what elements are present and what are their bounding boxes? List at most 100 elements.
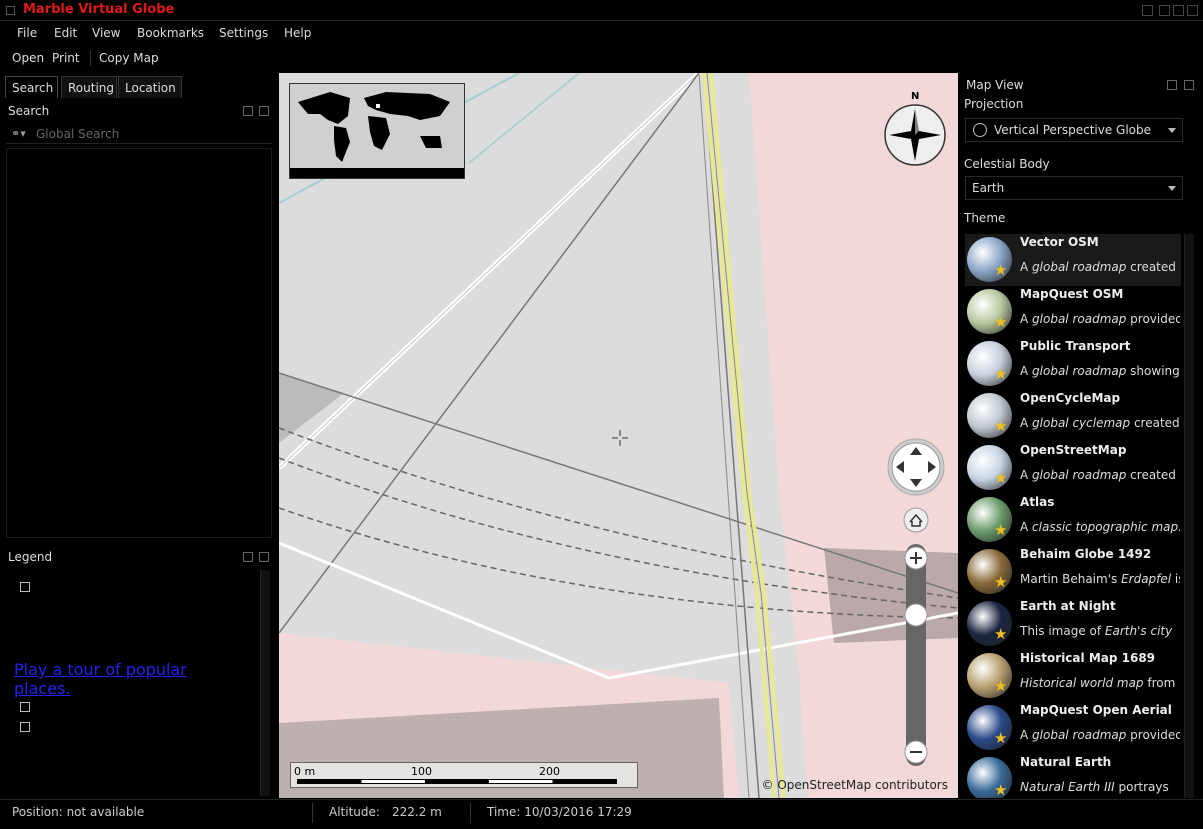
star-icon[interactable]: ★ <box>994 781 1007 798</box>
theme-item[interactable]: ★ Behaim Globe 1492 Martin Behaim's Erdapf… <box>965 546 1181 598</box>
star-icon[interactable]: ★ <box>994 417 1007 435</box>
status-separator <box>312 803 313 823</box>
theme-description-prefix: A <box>1020 364 1033 378</box>
tab-location[interactable]: Location <box>118 76 182 98</box>
theme-description-suffix: showing <box>1126 364 1180 378</box>
star-icon[interactable]: ★ <box>994 677 1007 695</box>
theme-description-emphasis: global roadmap <box>1032 364 1127 378</box>
theme-item[interactable]: ★ Public Transport A global roadmap showin… <box>965 338 1181 390</box>
theme-description-prefix: This image of <box>1020 624 1105 638</box>
close-window-button[interactable] <box>1187 5 1198 16</box>
projection-select[interactable]: Vertical Perspective Globe <box>965 118 1183 142</box>
theme-description: Natural Earth III portrays <box>1020 780 1180 794</box>
legend-checkbox[interactable] <box>20 702 30 712</box>
map-canvas[interactable]: N 0 m 100 200 © OpenStreetMap contributo… <box>279 73 958 798</box>
theme-item[interactable]: ★ Natural Earth Natural Earth III portrays <box>965 754 1181 798</box>
window-menu-icon[interactable] <box>6 6 15 15</box>
theme-description-suffix: created <box>1130 416 1180 430</box>
minimize-button[interactable] <box>1142 5 1153 16</box>
chevron-down-icon <box>1168 186 1176 191</box>
theme-name: OpenCycleMap <box>1020 391 1121 405</box>
tab-search[interactable]: Search <box>5 76 58 98</box>
theme-list[interactable]: ★ Vector OSM A global roadmap created ★ MapQ… <box>965 234 1181 798</box>
tour-link[interactable]: Play a tour of popular places. <box>14 660 214 698</box>
search-placeholder: Global Search <box>36 127 120 141</box>
theme-description: A global roadmap created <box>1020 468 1180 482</box>
status-bar: Position: not available Altitude: 222.2 … <box>0 799 1203 829</box>
menu-file[interactable]: File <box>17 26 37 40</box>
theme-description-prefix: A <box>1020 468 1033 482</box>
star-icon[interactable]: ★ <box>994 365 1007 383</box>
theme-description-emphasis: Natural Earth III <box>1020 780 1115 794</box>
theme-item[interactable]: ★ MapQuest Open Aerial A global roadmap pr… <box>965 702 1181 754</box>
search-close-button[interactable] <box>259 106 269 116</box>
print-button[interactable]: Print <box>52 51 80 65</box>
legend-checkbox[interactable] <box>20 722 30 732</box>
restore-button[interactable] <box>1173 5 1184 16</box>
search-results[interactable] <box>6 148 272 538</box>
theme-description: A global roadmap showing <box>1020 364 1180 378</box>
theme-description-prefix: A <box>1020 520 1033 534</box>
theme-description: A global cyclemap created <box>1020 416 1180 430</box>
theme-item[interactable]: ★ MapQuest OSM A global roadmap provided <box>965 286 1181 338</box>
star-icon[interactable]: ★ <box>994 313 1007 331</box>
theme-item[interactable]: ★ OpenStreetMap A global roadmap created <box>965 442 1181 494</box>
menu-help[interactable]: Help <box>284 26 311 40</box>
menu-settings[interactable]: Settings <box>219 26 268 40</box>
star-icon[interactable]: ★ <box>994 573 1007 591</box>
legend-pane: Play a tour of popular places. <box>6 570 272 796</box>
search-float-button[interactable] <box>243 106 253 116</box>
star-icon[interactable]: ★ <box>994 521 1007 539</box>
map-attribution[interactable]: © OpenStreetMap contributors <box>762 778 948 792</box>
theme-name: Natural Earth <box>1020 755 1112 769</box>
copy-map-button[interactable]: Copy Map <box>99 51 159 65</box>
binoculars-icon[interactable]: ⚭▾ <box>11 127 26 140</box>
menu-bar: File Edit View Bookmarks Settings Help <box>0 22 1203 44</box>
theme-name: OpenStreetMap <box>1020 443 1127 457</box>
legend-scrollbar[interactable] <box>260 570 270 796</box>
celestial-body-select[interactable]: Earth <box>965 176 1183 200</box>
theme-description-prefix: A <box>1020 416 1033 430</box>
scale-label-100: 100 <box>411 765 432 778</box>
theme-item[interactable]: ★ OpenCycleMap A global cyclemap created <box>965 390 1181 442</box>
theme-item[interactable]: ★ Atlas A classic topographic map. <box>965 494 1181 546</box>
star-icon[interactable]: ★ <box>994 625 1007 643</box>
open-button[interactable]: Open <box>12 51 44 65</box>
legend-close-button[interactable] <box>259 552 269 562</box>
status-separator <box>470 803 471 823</box>
compass-icon[interactable]: N <box>883 91 947 166</box>
menu-bookmarks[interactable]: Bookmarks <box>137 26 204 40</box>
theme-item[interactable]: ★ Historical Map 1689 Historical world map… <box>965 650 1181 702</box>
theme-name: Public Transport <box>1020 339 1131 353</box>
scale-bar: 0 m 100 200 <box>290 762 638 788</box>
position-status: Position: not available <box>12 805 145 819</box>
theme-description: A global roadmap created <box>1020 260 1180 274</box>
legend-float-button[interactable] <box>243 552 253 562</box>
theme-scrollbar[interactable] <box>1184 234 1194 798</box>
maximize-button[interactable] <box>1159 5 1170 16</box>
map-view-close-button[interactable] <box>1184 80 1194 90</box>
star-icon[interactable]: ★ <box>994 261 1007 279</box>
navigation-widget <box>887 438 945 766</box>
altitude-value: 222.2 m <box>392 805 442 819</box>
theme-label: Theme <box>964 211 1006 225</box>
compass-rose <box>884 104 946 166</box>
star-icon[interactable]: ★ <box>994 729 1007 747</box>
menu-view[interactable]: View <box>92 26 120 40</box>
theme-description-emphasis: global roadmap <box>1032 468 1127 482</box>
legend-checkbox[interactable] <box>20 582 30 592</box>
compass-north-label: N <box>911 91 920 102</box>
theme-description-suffix: from <box>1143 676 1176 690</box>
search-field[interactable]: ⚭▾ Global Search <box>6 124 272 144</box>
map-view-float-button[interactable] <box>1167 80 1177 90</box>
projection-label: Projection <box>964 97 1024 111</box>
scale-label-200: 200 <box>539 765 560 778</box>
menu-edit[interactable]: Edit <box>54 26 77 40</box>
tab-routing[interactable]: Routing <box>61 76 117 98</box>
overview-map[interactable] <box>289 83 465 179</box>
star-icon[interactable]: ★ <box>994 469 1007 487</box>
theme-description: Martin Behaim's Erdapfel is <box>1020 572 1180 586</box>
theme-description-emphasis: classic topographic map. <box>1032 520 1180 534</box>
theme-item[interactable]: ★ Vector OSM A global roadmap created <box>965 234 1181 286</box>
theme-item[interactable]: ★ Earth at Night This image of Earth's cit… <box>965 598 1181 650</box>
